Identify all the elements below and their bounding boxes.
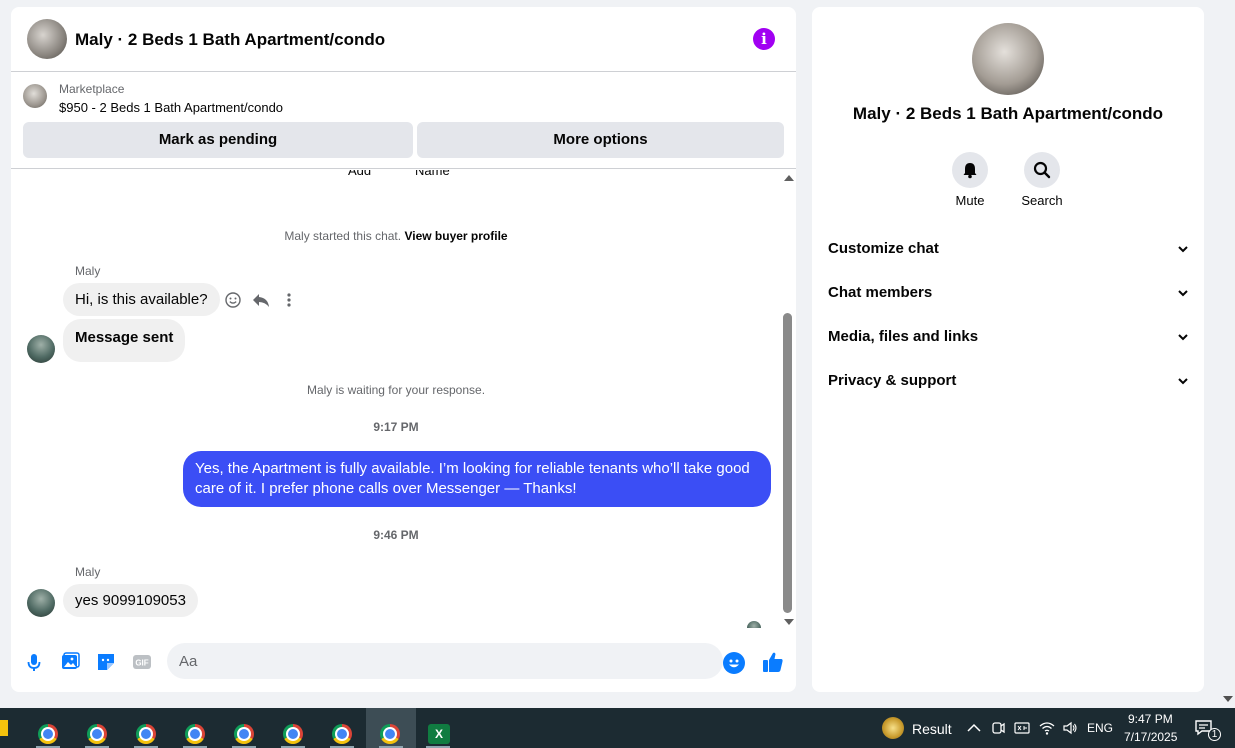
timestamp: 9:46 PM	[373, 528, 419, 542]
wifi-icon[interactable]	[1039, 720, 1055, 736]
outgoing-message[interactable]: Yes, the Apartment is fully available. I…	[183, 451, 771, 507]
incoming-message[interactable]: Hi, is this available?	[63, 283, 220, 316]
language-indicator[interactable]: ENG	[1087, 721, 1113, 735]
file-explorer-icon[interactable]	[0, 720, 8, 736]
message-composer: GIF	[11, 640, 796, 684]
chat-title[interactable]: Maly · 2 Beds 1 Bath Apartment/condo	[75, 30, 385, 50]
ime-icon[interactable]	[1014, 720, 1030, 736]
reply-icon[interactable]	[251, 288, 271, 312]
chrome-icon	[283, 724, 303, 744]
desktop-window: Maly · 2 Beds 1 Bath Apartment/condo i M…	[0, 0, 1235, 708]
taskbar-chrome-profile-3[interactable]	[124, 714, 168, 748]
scroll-up-icon[interactable]	[784, 175, 794, 181]
notification-count-badge: 1	[1208, 728, 1221, 741]
clock-date[interactable]: 7/17/2025	[1124, 730, 1177, 744]
more-vertical-icon[interactable]	[279, 288, 299, 312]
incoming-message[interactable]: yes 9099109053	[63, 584, 198, 617]
taskbar-chrome-profile-7[interactable]	[320, 714, 364, 748]
waiting-notice: Maly is waiting for your response.	[306, 383, 486, 397]
section-customize-chat[interactable]: Customize chat	[828, 237, 1188, 261]
microphone-icon[interactable]	[23, 651, 45, 673]
section-chat-members[interactable]: Chat members	[828, 281, 1188, 305]
scroll-down-icon[interactable]	[1223, 696, 1233, 702]
chat-info-panel: Maly · 2 Beds 1 Bath Apartment/condo Mut…	[812, 7, 1204, 692]
chrome-icon	[332, 724, 352, 744]
search-icon	[1033, 161, 1051, 179]
scroll-down-icon[interactable]	[784, 619, 794, 625]
chevron-down-icon	[1178, 290, 1188, 297]
chat-panel: Maly · 2 Beds 1 Bath Apartment/condo i M…	[11, 7, 796, 692]
react-emoji-icon[interactable]	[223, 288, 243, 312]
info-title: Maly · 2 Beds 1 Bath Apartment/condo	[852, 104, 1164, 123]
sender-name: Maly	[75, 264, 101, 278]
section-media-files-links[interactable]: Media, files and links	[828, 325, 1188, 349]
chrome-icon	[234, 724, 254, 744]
taskbar-chrome-profile-4[interactable]	[173, 714, 217, 748]
taskbar-chrome-active[interactable]	[366, 708, 416, 748]
timestamp: 9:17 PM	[373, 420, 419, 434]
chrome-icon	[185, 724, 205, 744]
taskbar: X Result ENG 9:47 PM 7/17/2025 1	[0, 708, 1235, 748]
marketplace-label: Marketplace	[59, 82, 125, 96]
chrome-icon	[38, 724, 58, 744]
bell-icon	[963, 163, 977, 179]
listing-title[interactable]: $950 - 2 Beds 1 Bath Apartment/condo	[59, 100, 283, 115]
taskbar-chrome-profile-5[interactable]	[222, 714, 266, 748]
chrome-icon	[380, 724, 400, 744]
taskbar-chrome-profile-6[interactable]	[271, 714, 315, 748]
listing-avatar[interactable]	[27, 19, 67, 59]
search-label: Search	[1021, 193, 1063, 208]
meet-icon[interactable]	[990, 720, 1006, 736]
taskbar-chrome-profile-2[interactable]	[75, 714, 119, 748]
incoming-message[interactable]: Message sent	[63, 319, 186, 362]
emoji-icon[interactable]	[723, 652, 745, 674]
chrome-icon	[87, 724, 107, 744]
more-options-button[interactable]: More options	[417, 122, 784, 158]
sender-name: Maly	[75, 565, 101, 579]
chrome-icon	[136, 724, 156, 744]
page-scrollbar[interactable]	[1218, 0, 1235, 708]
seen-avatar-icon	[747, 621, 761, 628]
section-privacy-support[interactable]: Privacy & support	[828, 369, 1188, 393]
listing-photo[interactable]	[972, 23, 1044, 95]
message-list: Add Name Maly started this chat. View bu…	[11, 170, 781, 628]
chevron-down-icon	[1178, 334, 1188, 341]
info-icon[interactable]: i	[753, 28, 775, 50]
chevron-down-icon	[1178, 246, 1188, 253]
search-button[interactable]	[1024, 152, 1060, 188]
message-input[interactable]	[167, 643, 723, 679]
taskbar-excel[interactable]: X	[416, 714, 460, 748]
gif-icon[interactable]: GIF	[131, 651, 153, 673]
chat-header: Maly · 2 Beds 1 Bath Apartment/condo i	[11, 7, 796, 72]
listing-thumbnail[interactable]	[23, 84, 47, 108]
svg-text:GIF: GIF	[135, 659, 148, 668]
excel-icon: X	[428, 724, 450, 744]
weather-icon[interactable]	[882, 717, 904, 739]
thumbs-up-icon[interactable]	[761, 650, 785, 674]
sticker-icon[interactable]	[95, 651, 117, 673]
sender-avatar[interactable]	[27, 589, 55, 617]
partial-label-add: Add	[348, 170, 372, 178]
clock-time[interactable]: 9:47 PM	[1128, 712, 1173, 726]
mark-as-pending-button[interactable]: Mark as pending	[23, 122, 413, 158]
taskbar-chrome-profile-1[interactable]	[26, 714, 70, 748]
weather-label[interactable]: Result	[912, 721, 952, 737]
marketplace-listing-bar: Marketplace $950 - 2 Beds 1 Bath Apartme…	[11, 72, 796, 169]
volume-icon[interactable]	[1062, 720, 1078, 736]
sender-avatar[interactable]	[27, 335, 55, 363]
scroll-thumb[interactable]	[783, 313, 792, 613]
chevron-up-icon[interactable]	[966, 720, 982, 736]
photo-icon[interactable]	[59, 651, 81, 673]
message-actions	[223, 288, 299, 312]
chevron-down-icon	[1178, 378, 1188, 385]
partial-label-name: Name	[415, 170, 450, 178]
mute-button[interactable]	[952, 152, 988, 188]
view-buyer-profile-link[interactable]: View buyer profile	[404, 229, 507, 243]
mute-label: Mute	[955, 193, 985, 208]
message-scrollbar[interactable]	[781, 170, 796, 630]
chat-started-notice: Maly started this chat. View buyer profi…	[284, 229, 508, 243]
